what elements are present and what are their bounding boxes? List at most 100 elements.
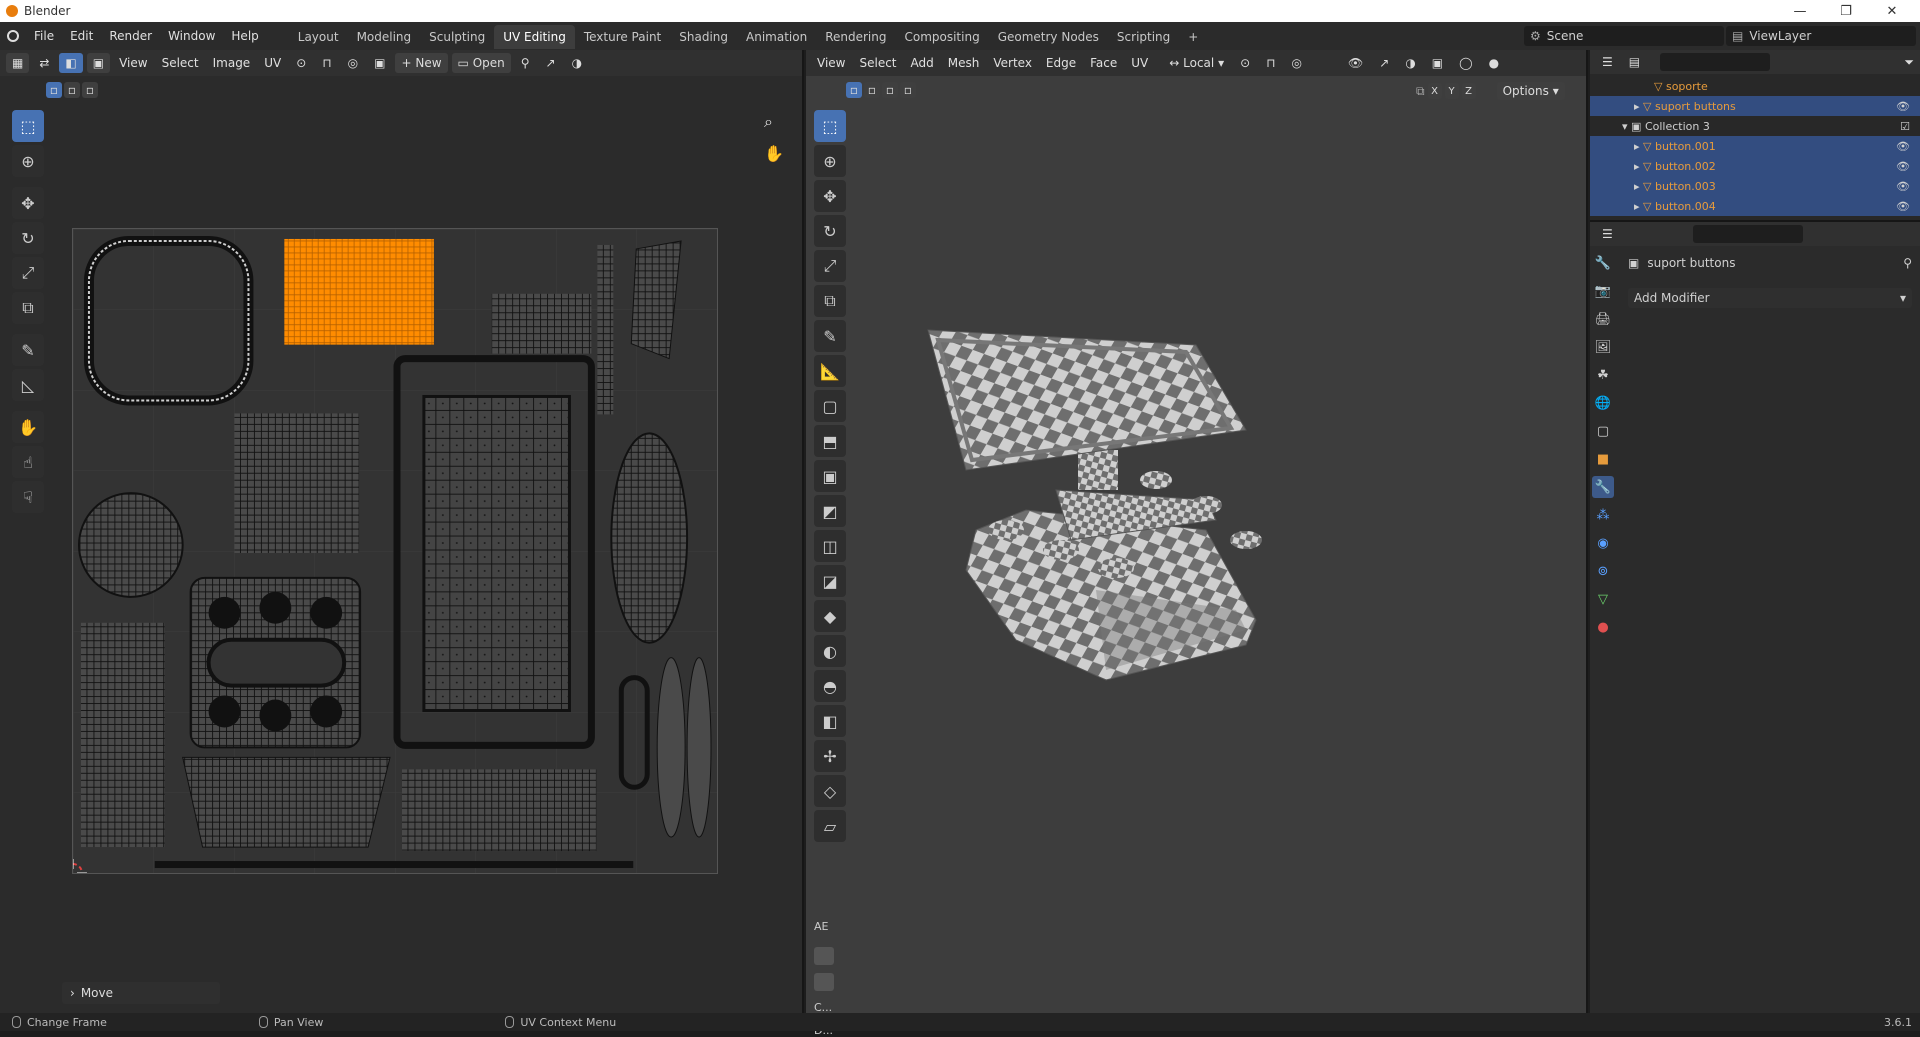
viewport-3d[interactable]: View Select Add Mesh Vertex Edge Face UV… — [806, 50, 1588, 1037]
uv-menu-uv[interactable]: UV — [259, 56, 286, 70]
mirror-z-button[interactable]: Z — [1461, 83, 1476, 99]
scale-tool-icon[interactable]: ⤢ — [814, 250, 846, 282]
uv-menu-select[interactable]: Select — [157, 56, 204, 70]
select-subtract-icon[interactable]: ▫ — [82, 82, 98, 98]
model-screen[interactable] — [927, 329, 1247, 471]
checkbox-icon[interactable]: ☑ — [1900, 120, 1910, 133]
tab-modeling[interactable]: Modeling — [348, 25, 421, 49]
sidebar-tab-ae[interactable]: AE — [814, 920, 844, 933]
shading-solid-icon[interactable]: ● — [1483, 53, 1505, 73]
menu-window[interactable]: Window — [160, 22, 223, 50]
outliner-row-collection[interactable]: ▾ ▣ Collection 3 ☑ — [1590, 116, 1920, 136]
pivot-icon[interactable]: ⊙ — [290, 53, 312, 73]
add-modifier-button[interactable]: Add Modifier ▾ — [1628, 288, 1912, 308]
rotate-tool-icon[interactable]: ↻ — [12, 222, 44, 254]
tab-compositing[interactable]: Compositing — [895, 25, 988, 49]
model-button-2[interactable] — [1043, 540, 1079, 560]
particles-tab-icon[interactable]: ⁂ — [1592, 504, 1614, 526]
outliner-row-button-001[interactable]: ▸ ▽ button.001 👁 — [1590, 136, 1920, 156]
overlays-icon[interactable]: ◑ — [1399, 53, 1421, 73]
sticky-select-button[interactable]: ▣ — [86, 53, 111, 73]
spin-tool-icon[interactable]: ◐ — [814, 635, 846, 667]
viewport-menu-uv[interactable]: UV — [1126, 56, 1153, 70]
uv-island-leaf-a[interactable] — [656, 657, 686, 838]
uv-canvas[interactable] — [72, 228, 718, 874]
tab-rendering[interactable]: Rendering — [816, 25, 895, 49]
xray-icon[interactable]: ▣ — [1426, 53, 1449, 73]
world-tab-icon[interactable]: 🌐 — [1592, 392, 1614, 414]
minimize-icon[interactable]: — — [1780, 0, 1820, 22]
pin-icon[interactable]: ⚲ — [1903, 256, 1912, 270]
menu-help[interactable]: Help — [223, 22, 266, 50]
smooth-tool-icon[interactable]: ◓ — [814, 670, 846, 702]
options-dropdown[interactable]: Options ▾ — [1496, 82, 1565, 100]
menu-render[interactable]: Render — [101, 22, 160, 50]
proportional-icon[interactable]: ◎ — [342, 53, 364, 73]
select-invert-icon[interactable]: ▫ — [900, 82, 916, 98]
edge-mode-icon[interactable]: ▫ — [864, 82, 880, 98]
move-tool-icon[interactable]: ✥ — [814, 180, 846, 212]
edge-slide-tool-icon[interactable]: ◧ — [814, 705, 846, 737]
eye-icon[interactable]: 👁 — [1896, 100, 1910, 113]
pan-hand-icon[interactable]: ✋ — [764, 144, 784, 163]
loop-cut-tool-icon[interactable]: ◫ — [814, 530, 846, 562]
menu-file[interactable]: File — [26, 22, 62, 50]
menu-edit[interactable]: Edit — [62, 22, 101, 50]
viewport-menu-select[interactable]: Select — [854, 56, 901, 70]
pivot-point-icon[interactable]: ⊙ — [1234, 53, 1256, 73]
uv-island-leaf-b[interactable] — [686, 657, 712, 838]
image-browse-icon[interactable]: ▣ — [368, 53, 391, 73]
scale-tool-icon[interactable]: ⤢ — [12, 257, 44, 289]
properties-search-input[interactable] — [1692, 225, 1803, 243]
maximize-icon[interactable]: ❐ — [1826, 0, 1866, 22]
tab-scripting[interactable]: Scripting — [1108, 25, 1179, 49]
outliner-row-button-003[interactable]: ▸ ▽ button.003 👁 — [1590, 176, 1920, 196]
snap-icon[interactable]: ⊓ — [316, 53, 337, 73]
shrink-fatten-tool-icon[interactable]: ✢ — [814, 740, 846, 772]
editor-type-button[interactable]: ▦ — [6, 53, 30, 73]
material-tab-icon[interactable]: ● — [1592, 616, 1614, 638]
tab-sculpting[interactable]: Sculpting — [420, 25, 494, 49]
viewport-menu-edge[interactable]: Edge — [1041, 56, 1081, 70]
select-mode-button[interactable]: ◧ — [59, 53, 83, 73]
sidebar-swatch-b[interactable] — [814, 973, 834, 991]
tool-tab-icon[interactable]: 🔧 — [1592, 252, 1614, 274]
annotate-tool-icon[interactable]: ✎ — [12, 334, 44, 366]
eye-icon[interactable]: 👁 — [1896, 140, 1910, 153]
select-new-icon[interactable]: ▫ — [46, 82, 62, 98]
poly-build-tool-icon[interactable]: ◆ — [814, 600, 846, 632]
close-icon[interactable]: ✕ — [1872, 0, 1912, 22]
eye-icon[interactable]: 👁 — [1896, 160, 1910, 173]
overlay-icon[interactable]: ◑ — [566, 53, 588, 73]
extrude-tool-icon[interactable]: ⬒ — [814, 425, 846, 457]
modifier-tab-icon[interactable]: 🔧 — [1592, 476, 1614, 498]
constraints-tab-icon[interactable]: ⊚ — [1592, 560, 1614, 582]
cursor-tool-icon[interactable]: ⊕ — [814, 145, 846, 177]
select-box-tool-icon[interactable]: ⬚ — [12, 110, 44, 142]
move-tool-icon[interactable]: ✥ — [12, 187, 44, 219]
gizmos-icon[interactable]: ↗ — [1373, 53, 1395, 73]
uv-island-selected[interactable] — [284, 238, 434, 345]
sync-selection-icon[interactable]: ⇄ — [33, 53, 55, 73]
scene-selector[interactable]: ⚙ Scene — [1524, 26, 1724, 46]
transform-tool-icon[interactable]: ⧉ — [12, 292, 44, 324]
viewport-menu-mesh[interactable]: Mesh — [943, 56, 985, 70]
view-layer-selector[interactable]: ▤ ViewLayer — [1726, 26, 1916, 46]
model-button-4[interactable] — [1140, 471, 1172, 489]
measure-tool-icon[interactable]: 📐 — [814, 355, 846, 387]
outliner-row-soporte[interactable]: ▽ soporte — [1590, 76, 1920, 96]
shear-tool-icon[interactable]: ◇ — [814, 775, 846, 807]
model-button-5[interactable] — [1190, 496, 1222, 514]
data-tab-icon[interactable]: ▽ — [1592, 588, 1614, 610]
mirror-y-button[interactable]: Y — [1444, 83, 1459, 99]
uv-island-bottom-strip[interactable] — [154, 861, 634, 869]
shading-wireframe-icon[interactable]: ◯ — [1453, 53, 1478, 73]
add-workspace-button[interactable]: + — [1179, 25, 1207, 49]
rip-region-tool-icon[interactable]: ▱ — [814, 810, 846, 842]
model-button-6[interactable] — [1230, 531, 1262, 549]
knife-tool-icon[interactable]: ◪ — [814, 565, 846, 597]
object-tab-icon[interactable]: ■ — [1592, 448, 1614, 470]
model-preview[interactable] — [906, 300, 1306, 710]
uv-editor[interactable]: ▦ ⇄ ◧ ▣ View Select Image UV ⊙ ⊓ ◎ ▣ + N… — [0, 50, 804, 1013]
outliner[interactable]: ☰ ▤ ⏷ ▽ soporte ▸ ▽ suport buttons 👁 ▾ ▣… — [1590, 50, 1920, 220]
